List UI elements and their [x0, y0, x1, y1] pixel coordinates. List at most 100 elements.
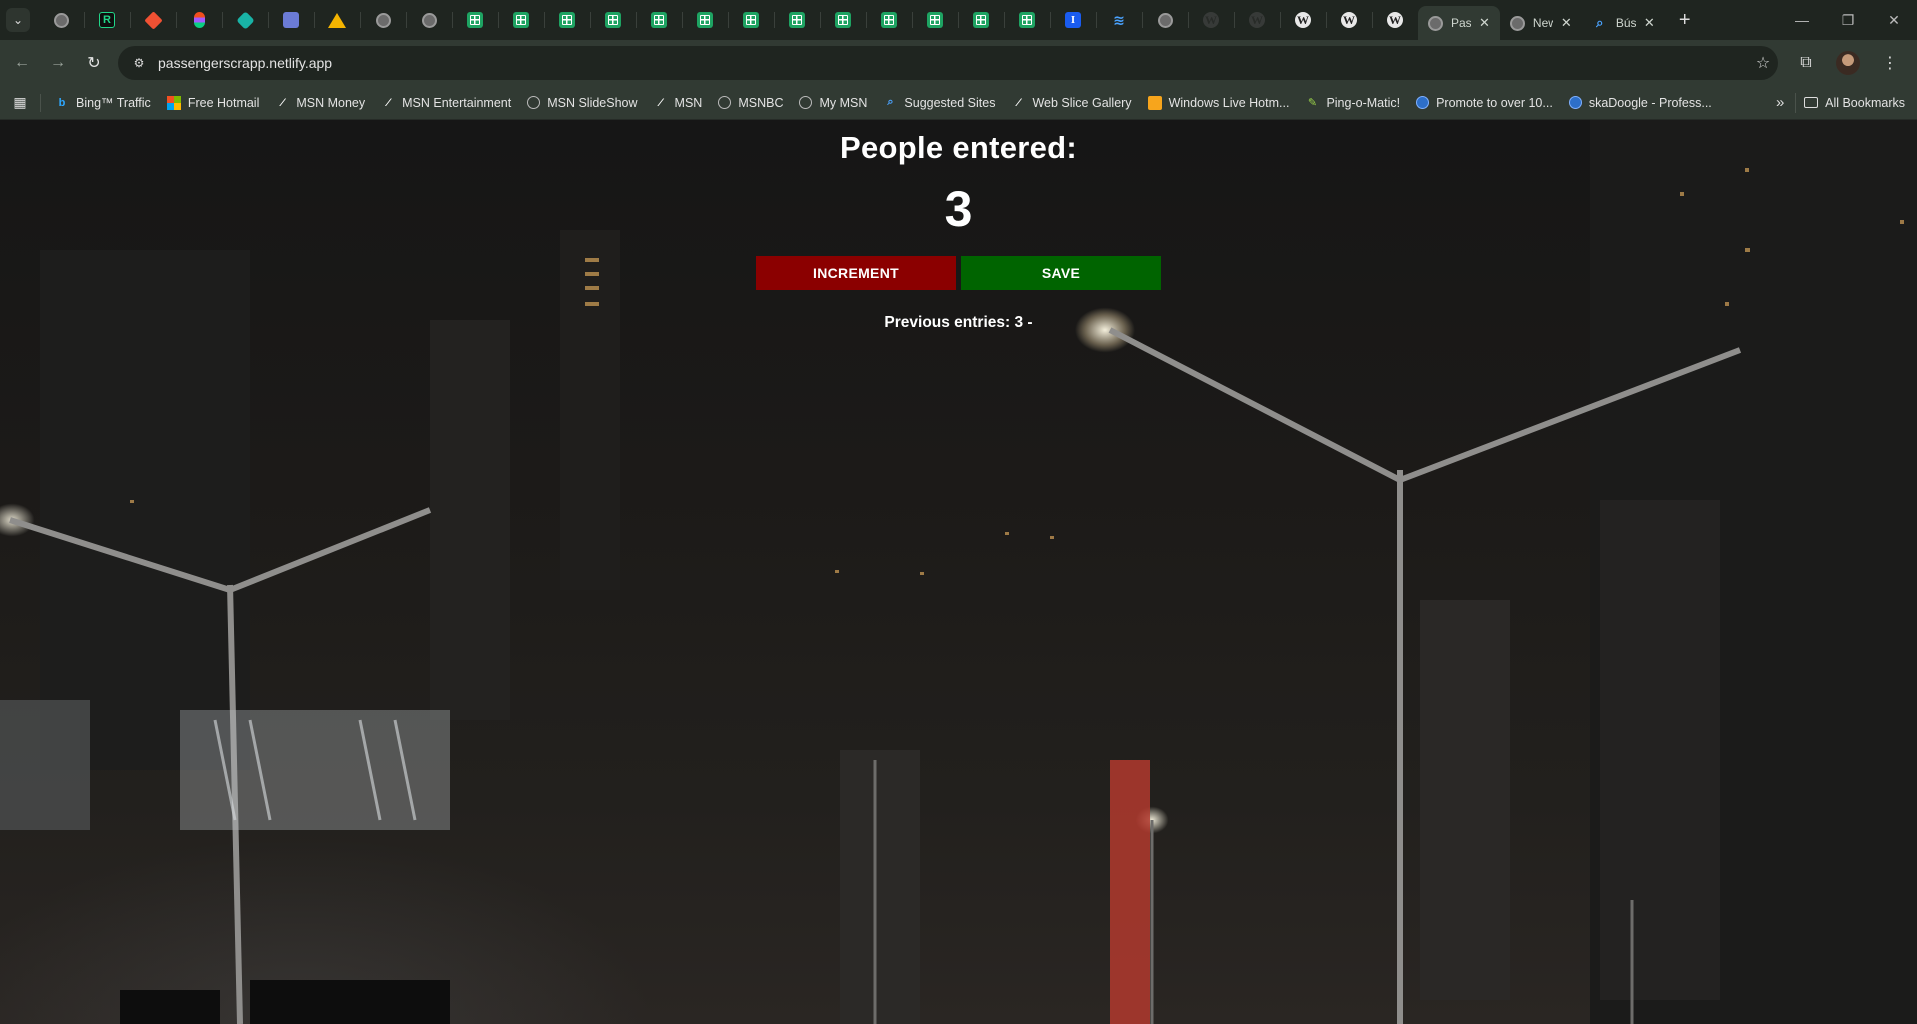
bookmark-my-msn[interactable]: My MSN [791, 90, 875, 116]
bookmark-label: Ping-o-Matic! [1326, 95, 1401, 110]
restore-icon[interactable]: ❐ [1825, 0, 1871, 40]
more-bookmarks-button[interactable]: » [1765, 94, 1795, 111]
pinned-tab[interactable]: W [1188, 0, 1234, 40]
apps-grid-icon[interactable]: ▦ [0, 94, 40, 111]
address-bar[interactable]: ⚙ passengerscrapp.netlify.app ☆ [118, 46, 1778, 80]
profile-avatar[interactable] [1836, 51, 1860, 75]
bookmark-label: Windows Live Hotm... [1168, 95, 1290, 110]
pinned-tab[interactable] [406, 0, 452, 40]
tab-new-tab[interactable]: New ✕ [1500, 6, 1582, 40]
git-icon [143, 10, 163, 30]
close-icon[interactable]: ✕ [1644, 15, 1655, 31]
sheets-icon [743, 12, 759, 28]
bookmark-star-icon[interactable]: ☆ [1748, 53, 1778, 73]
mail-icon [1147, 95, 1162, 110]
pinned-tab[interactable] [774, 0, 820, 40]
bookmark-msn-slideshow[interactable]: MSN SlideShow [519, 90, 645, 116]
pinned-tab[interactable]: W [1372, 0, 1418, 40]
increment-button[interactable]: INCREMENT [756, 256, 956, 290]
bookmark-skadoogle[interactable]: skaDoogle - Profess... [1561, 90, 1720, 116]
bookmark-msnbc[interactable]: MSNBC [710, 90, 791, 116]
folder-icon [1804, 97, 1819, 108]
bookmark-promote[interactable]: Promote to over 10... [1408, 90, 1561, 116]
pinned-tab[interactable]: ≋ [1096, 0, 1142, 40]
pinned-tab[interactable] [1142, 0, 1188, 40]
bookmark-msn-entertainment[interactable]: ⁄ MSN Entertainment [373, 90, 519, 116]
pinned-tab[interactable] [130, 0, 176, 40]
bookmark-label: Web Slice Gallery [1032, 95, 1132, 110]
pinned-tab[interactable]: W [1326, 0, 1372, 40]
bookmark-label: Bing™ Traffic [76, 95, 151, 110]
pinned-tab[interactable] [38, 0, 84, 40]
bookmark-free-hotmail[interactable]: Free Hotmail [159, 90, 268, 116]
pinned-tab[interactable]: I [1050, 0, 1096, 40]
pinned-tab[interactable] [1004, 0, 1050, 40]
pinned-tab[interactable]: W [1234, 0, 1280, 40]
pycharm-icon: R [99, 12, 115, 28]
bookmark-ping-o-matic[interactable]: ✎ Ping-o-Matic! [1297, 90, 1408, 116]
bookmark-label: MSN [674, 95, 703, 110]
pinned-tab[interactable] [866, 0, 912, 40]
pinned-tab[interactable] [820, 0, 866, 40]
globe-icon [718, 96, 732, 109]
close-window-icon[interactable]: ✕ [1871, 0, 1917, 40]
url-text[interactable]: passengerscrapp.netlify.app [158, 55, 1748, 71]
forward-button[interactable]: → [40, 45, 76, 81]
sheets-icon [559, 12, 575, 28]
page-title: People entered: [839, 130, 1078, 165]
pinned-tab[interactable] [590, 0, 636, 40]
pinned-tab[interactable] [728, 0, 774, 40]
pinned-tab[interactable] [452, 0, 498, 40]
pinned-tab[interactable] [912, 0, 958, 40]
pinned-tab[interactable] [268, 0, 314, 40]
bookmark-label: MSN Money [296, 95, 366, 110]
divider [40, 93, 41, 112]
bookmark-label: MSNBC [738, 95, 784, 110]
reload-button[interactable]: ↻ [76, 45, 112, 81]
all-bookmarks-button[interactable]: All Bookmarks [1795, 92, 1917, 113]
drive-icon [328, 12, 346, 28]
close-icon[interactable]: ✕ [1479, 15, 1490, 31]
globe-icon [799, 96, 813, 109]
bookmark-web-slice-gallery[interactable]: ⁄ Web Slice Gallery [1003, 90, 1139, 116]
pinned-tab[interactable] [682, 0, 728, 40]
bookmark-windows-live-hotmail[interactable]: Windows Live Hotm... [1140, 90, 1298, 116]
bookmark-msn[interactable]: ⁄ MSN [646, 90, 711, 116]
pinned-tab[interactable] [222, 0, 268, 40]
sheets-icon [789, 12, 805, 28]
arrow-left-icon: ← [14, 54, 30, 71]
sheets-icon [467, 12, 483, 28]
extensions-button[interactable]: ⧉ [1788, 45, 1824, 81]
globe-icon [421, 12, 437, 28]
bookmark-msn-money[interactable]: ⁄ MSN Money [267, 90, 373, 116]
bookmark-label: MSN Entertainment [402, 95, 512, 110]
wordpress-icon: W [1295, 12, 1311, 28]
globe-icon [1568, 96, 1582, 109]
pinned-tab[interactable]: W [1280, 0, 1326, 40]
sheets-icon [513, 12, 529, 28]
menu-button[interactable]: ⋮ [1872, 45, 1908, 81]
bookmark-suggested-sites[interactable]: ⌕ Suggested Sites [875, 90, 1003, 116]
chrome-icon [1509, 15, 1525, 31]
pinned-tab[interactable] [314, 0, 360, 40]
pinned-tab[interactable] [360, 0, 406, 40]
minimize-icon[interactable]: — [1779, 0, 1825, 40]
tab-search[interactable]: ⌕ Bús ✕ [1582, 6, 1665, 40]
tab-search-button[interactable]: ⌄ [6, 8, 30, 32]
pinned-tab[interactable] [636, 0, 682, 40]
pinned-tab[interactable] [544, 0, 590, 40]
pinned-tabs: R I ≋ W W W W W [38, 0, 1418, 40]
close-icon[interactable]: ✕ [1561, 15, 1572, 31]
pinned-tab[interactable] [176, 0, 222, 40]
site-info-icon[interactable]: ⚙ [128, 52, 150, 74]
pinned-tab[interactable]: R [84, 0, 130, 40]
new-tab-button[interactable]: + [1671, 6, 1699, 34]
save-button[interactable]: SAVE [961, 256, 1161, 290]
back-button[interactable]: ← [4, 45, 40, 81]
wordpress-icon: W [1341, 12, 1357, 28]
pinned-tab[interactable] [958, 0, 1004, 40]
bookmark-bing-traffic[interactable]: b Bing™ Traffic [47, 90, 159, 116]
pinned-tab[interactable] [498, 0, 544, 40]
tab-passengerscrapp[interactable]: Pass ✕ [1418, 6, 1500, 40]
wordpress-icon: W [1387, 12, 1403, 28]
